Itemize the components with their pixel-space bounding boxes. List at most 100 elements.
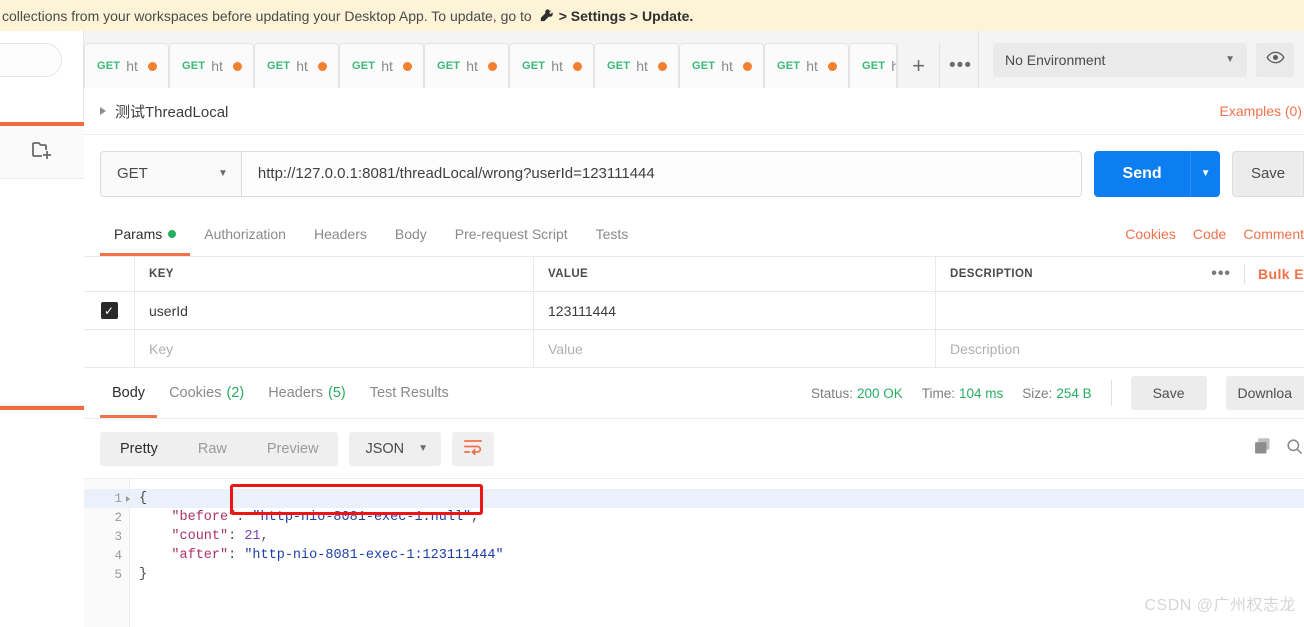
response-meta: Status:200 OK Time:104 ms Size:254 B Sav…: [811, 376, 1304, 410]
params-table: KEY VALUE DESCRIPTION ••• Bulk E ✓ userI…: [84, 257, 1304, 368]
params-more-button[interactable]: •••: [1211, 265, 1231, 283]
environment-selector[interactable]: No Environment ▼: [993, 43, 1247, 77]
tab-title: ht: [126, 58, 138, 74]
code-value: 21: [244, 529, 260, 544]
wrench-icon: [539, 8, 554, 26]
code-key: "after": [171, 548, 228, 563]
status-value: 200 OK: [857, 386, 903, 401]
request-tab[interactable]: GET ht: [509, 43, 594, 88]
tab-method: GET: [607, 60, 630, 72]
code-trail: ,: [471, 510, 479, 525]
time-label: Time:: [922, 386, 955, 401]
unsaved-dot-icon: [148, 62, 157, 71]
table-header-row: KEY VALUE DESCRIPTION ••• Bulk E: [84, 257, 1304, 292]
tabs-more-button[interactable]: •••: [939, 43, 978, 88]
sidebar-new-collection-row[interactable]: [0, 126, 84, 179]
table-row-empty[interactable]: Key Value Description: [84, 330, 1304, 368]
sidebar: [0, 31, 84, 627]
bulk-edit-link[interactable]: Bulk E: [1258, 266, 1304, 282]
tab-title: ht: [296, 58, 308, 74]
save-request-button[interactable]: Save: [1232, 151, 1304, 197]
code-key: "before": [171, 510, 236, 525]
tab-method: GET: [267, 60, 290, 72]
unsaved-dot-icon: [403, 62, 412, 71]
json-code[interactable]: { "before": "http-nio-8081-exec-1:null",…: [130, 479, 1304, 627]
response-view-mode-group: Pretty Raw Preview: [100, 432, 338, 466]
empty-description-input[interactable]: Description: [936, 330, 1304, 367]
row-key-input[interactable]: userId: [135, 292, 534, 329]
view-mode-preview[interactable]: Preview: [247, 432, 339, 466]
empty-row-checkbox-cell[interactable]: [84, 330, 135, 367]
request-actions: Cookies Code Comment: [1125, 212, 1304, 256]
request-tab[interactable]: GET ht: [594, 43, 679, 88]
sidebar-collections-panel: [0, 179, 84, 406]
request-tab[interactable]: GET ht: [169, 43, 254, 88]
environment-quick-look-button[interactable]: [1256, 43, 1294, 77]
request-tab[interactable]: GET ht: [679, 43, 764, 88]
response-format-value: JSON: [365, 441, 404, 457]
examples-link[interactable]: Examples (0): [1220, 103, 1302, 119]
comments-link[interactable]: Comment: [1243, 226, 1304, 242]
http-method-select[interactable]: GET ▼: [100, 151, 241, 197]
cookies-link[interactable]: Cookies: [1125, 226, 1176, 242]
response-tab-body-label: Body: [112, 385, 145, 401]
word-wrap-button[interactable]: [452, 432, 494, 466]
response-headers-count: (5): [328, 385, 346, 401]
view-mode-raw[interactable]: Raw: [178, 432, 247, 466]
send-options-button[interactable]: ▼: [1190, 151, 1220, 197]
table-row[interactable]: ✓ userId 123111444: [84, 292, 1304, 330]
divider: [1244, 264, 1245, 284]
divider: [1111, 380, 1112, 406]
tab-body[interactable]: Body: [381, 212, 441, 256]
time-badge: Time:104 ms: [922, 386, 1004, 401]
tab-title: ht: [551, 58, 563, 74]
url-value: http://127.0.0.1:8081/threadLocal/wrong?…: [258, 165, 655, 182]
copy-icon[interactable]: [1252, 436, 1273, 462]
search-icon[interactable]: [1285, 437, 1304, 461]
tab-params[interactable]: Params: [100, 212, 190, 256]
unsaved-dot-icon: [318, 62, 327, 71]
new-tab-button[interactable]: +: [897, 43, 939, 88]
triangle-right-icon[interactable]: [100, 107, 106, 115]
chevron-down-icon: ▼: [1225, 54, 1235, 65]
response-tab-body[interactable]: Body: [100, 368, 157, 418]
tab-pre-request-script[interactable]: Pre-request Script: [441, 212, 582, 256]
chevron-down-icon: ▼: [418, 443, 428, 454]
request-tab[interactable]: GET ht: [84, 43, 169, 88]
page-title: 测试ThreadLocal: [115, 101, 228, 122]
tab-authorization[interactable]: Authorization: [190, 212, 300, 256]
url-input[interactable]: http://127.0.0.1:8081/threadLocal/wrong?…: [241, 151, 1082, 197]
bulk-zone: ••• Bulk E: [1211, 264, 1304, 284]
save-response-button[interactable]: Save: [1131, 376, 1207, 410]
chevron-down-icon: ▼: [218, 168, 228, 179]
header-description-label: DESCRIPTION: [950, 268, 1033, 280]
response-body-viewer[interactable]: 1 2 3 4 5 { "before": "http-nio-8081-exe…: [84, 478, 1304, 627]
row-checkbox-cell[interactable]: ✓: [84, 292, 135, 329]
response-format-select[interactable]: JSON ▼: [349, 432, 441, 466]
request-tab[interactable]: GET ht: [424, 43, 509, 88]
response-tab-headers[interactable]: Headers (5): [256, 368, 358, 418]
send-button[interactable]: Send: [1094, 151, 1190, 197]
view-mode-pretty[interactable]: Pretty: [100, 432, 178, 466]
download-response-button[interactable]: Downloa: [1226, 376, 1304, 410]
code-link[interactable]: Code: [1193, 226, 1226, 242]
unsaved-dot-icon: [573, 62, 582, 71]
code-token: }: [139, 567, 147, 582]
sidebar-search-input[interactable]: [0, 43, 62, 77]
row-checkbox[interactable]: ✓: [101, 302, 118, 319]
request-tab[interactable]: GET ht: [764, 43, 849, 88]
response-tab-test-results[interactable]: Test Results: [358, 368, 461, 418]
tab-tests[interactable]: Tests: [582, 212, 643, 256]
banner-text-after: > Settings > Update.: [559, 8, 694, 24]
empty-value-input[interactable]: Value: [534, 330, 936, 367]
request-tab[interactable]: GET ht: [339, 43, 424, 88]
sidebar-lower-panel: [0, 410, 84, 627]
empty-key-input[interactable]: Key: [135, 330, 534, 367]
request-tab[interactable]: GET ht: [254, 43, 339, 88]
response-tab-cookies[interactable]: Cookies (2): [157, 368, 256, 418]
tab-method: GET: [522, 60, 545, 72]
tab-headers[interactable]: Headers: [300, 212, 381, 256]
request-tab[interactable]: GET ht: [849, 43, 897, 88]
row-value-input[interactable]: 123111444: [534, 292, 936, 329]
row-description-input[interactable]: [936, 292, 1304, 329]
